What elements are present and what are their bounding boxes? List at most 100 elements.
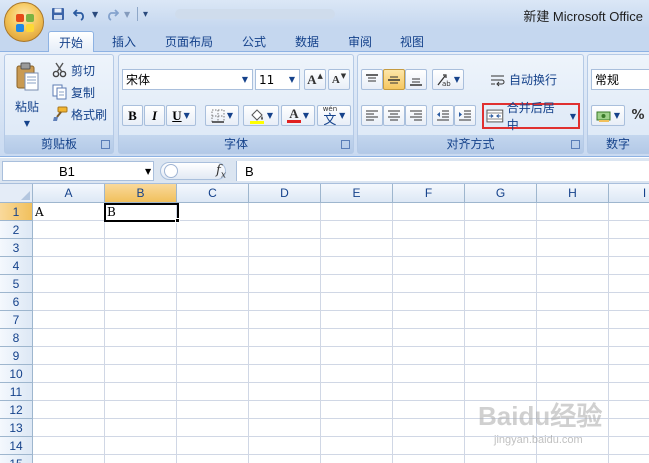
column-header-e[interactable]: E bbox=[321, 184, 393, 203]
number-format-value: 常规 bbox=[595, 73, 620, 87]
italic-button[interactable]: I bbox=[144, 105, 165, 126]
row-header-8[interactable]: 8 bbox=[0, 329, 33, 347]
align-center-button[interactable] bbox=[383, 105, 405, 126]
paste-button[interactable]: 粘贴 ▼ bbox=[9, 59, 45, 131]
underline-dropdown-icon[interactable]: ▼ bbox=[184, 111, 190, 120]
format-painter-button[interactable]: 格式刷 bbox=[51, 104, 112, 124]
row-header-14[interactable]: 14 bbox=[0, 437, 33, 455]
tab-home[interactable]: 开始 bbox=[48, 31, 94, 53]
column-header-h[interactable]: H bbox=[537, 184, 609, 203]
number-format-combo[interactable]: 常规 bbox=[591, 69, 649, 90]
merge-center-dropdown-icon[interactable]: ▼ bbox=[570, 112, 576, 121]
column-header-a[interactable]: A bbox=[33, 184, 105, 203]
align-left-button[interactable] bbox=[361, 105, 383, 126]
borders-button[interactable]: ▼ bbox=[205, 105, 239, 126]
row-header-2[interactable]: 2 bbox=[0, 221, 33, 239]
increase-indent-button[interactable] bbox=[454, 105, 476, 126]
row-header-5[interactable]: 5 bbox=[0, 275, 33, 293]
phonetic-dropdown-icon[interactable]: ▼ bbox=[339, 111, 345, 120]
row-header-11[interactable]: 11 bbox=[0, 383, 33, 401]
row-header-4[interactable]: 4 bbox=[0, 257, 33, 275]
font-color-button[interactable]: A ▼ bbox=[281, 105, 315, 126]
cell-a1[interactable]: A bbox=[33, 203, 104, 221]
row-header-15[interactable]: 15 bbox=[0, 455, 33, 463]
wrap-text-button[interactable]: 自动换行 bbox=[486, 69, 561, 90]
save-icon[interactable] bbox=[48, 5, 68, 23]
orientation-button[interactable]: ab ▼ bbox=[432, 69, 464, 90]
decrease-indent-icon bbox=[437, 110, 449, 120]
cut-button[interactable]: 剪切 bbox=[51, 60, 100, 80]
fill-color-button[interactable]: ▼ bbox=[243, 105, 279, 126]
gridline bbox=[248, 203, 249, 463]
gridline bbox=[536, 203, 537, 463]
column-header-i[interactable]: I bbox=[609, 184, 649, 203]
gridline bbox=[33, 364, 649, 365]
bottom-align-button[interactable] bbox=[405, 69, 427, 90]
column-header-c[interactable]: C bbox=[177, 184, 249, 203]
orientation-dropdown-icon[interactable]: ▼ bbox=[454, 75, 460, 84]
phonetic-guide-button[interactable]: wén 文 ▼ bbox=[317, 105, 351, 127]
merge-center-button[interactable]: 合并后居中 ▼ bbox=[482, 101, 580, 132]
row-header-12[interactable]: 12 bbox=[0, 401, 33, 419]
number-group-label: 数字 bbox=[588, 135, 649, 153]
font-name-combo[interactable]: 宋体 ▼ bbox=[122, 69, 253, 90]
fill-handle[interactable] bbox=[175, 218, 180, 223]
bold-button[interactable]: B bbox=[122, 105, 143, 126]
insert-function-icon[interactable]: fx bbox=[216, 163, 226, 181]
column-header-f[interactable]: F bbox=[393, 184, 465, 203]
italic-icon: I bbox=[151, 107, 158, 123]
copy-button[interactable]: 复制 bbox=[51, 82, 100, 102]
row-header-9[interactable]: 9 bbox=[0, 347, 33, 365]
decrease-indent-button[interactable] bbox=[432, 105, 454, 126]
row-header-7[interactable]: 7 bbox=[0, 311, 33, 329]
worksheet-grid[interactable]: A B C D E F G H I 1 2 3 4 5 6 7 8 9 10 1… bbox=[0, 184, 649, 463]
top-align-button[interactable] bbox=[361, 69, 383, 90]
tab-page-layout[interactable]: 页面布局 bbox=[158, 31, 220, 52]
borders-dropdown-icon[interactable]: ▼ bbox=[227, 111, 233, 120]
clipboard-launcher-icon[interactable] bbox=[101, 140, 110, 149]
clipboard-group-label: 剪贴板 bbox=[5, 135, 113, 153]
percent-style-button[interactable]: % bbox=[627, 105, 649, 126]
undo-dropdown-icon[interactable]: ▼ bbox=[92, 10, 100, 19]
alignment-launcher-icon[interactable] bbox=[571, 140, 580, 149]
font-name-dropdown-icon[interactable]: ▼ bbox=[238, 70, 252, 89]
tab-view[interactable]: 视图 bbox=[392, 31, 432, 52]
underline-button[interactable]: U ▼ bbox=[166, 105, 196, 126]
tab-data[interactable]: 数据 bbox=[287, 31, 327, 52]
grow-font-button[interactable]: A ▲ bbox=[304, 69, 326, 90]
row-header-10[interactable]: 10 bbox=[0, 365, 33, 383]
accounting-dropdown-icon[interactable]: ▼ bbox=[614, 111, 620, 120]
name-box[interactable]: B1 bbox=[2, 161, 154, 181]
shrink-font-icon: A bbox=[331, 73, 340, 86]
font-launcher-icon[interactable] bbox=[341, 140, 350, 149]
gridline bbox=[464, 203, 465, 463]
tab-formulas[interactable]: 公式 bbox=[234, 31, 274, 52]
align-right-button[interactable] bbox=[405, 105, 427, 126]
column-header-d[interactable]: D bbox=[249, 184, 321, 203]
fill-color-dropdown-icon[interactable]: ▼ bbox=[267, 111, 273, 120]
font-group-label: 字体 bbox=[119, 135, 353, 153]
row-header-3[interactable]: 3 bbox=[0, 239, 33, 257]
accounting-format-button[interactable]: ▼ bbox=[591, 105, 625, 126]
font-color-dropdown-icon[interactable]: ▼ bbox=[303, 111, 309, 120]
undo-icon[interactable] bbox=[70, 5, 90, 23]
font-size-dropdown-icon[interactable]: ▼ bbox=[285, 70, 299, 89]
row-header-13[interactable]: 13 bbox=[0, 419, 33, 437]
caret-down-icon: ▼ bbox=[340, 71, 347, 80]
select-all-corner[interactable] bbox=[0, 184, 33, 203]
chevron-down-icon[interactable]: ▾ bbox=[143, 9, 151, 20]
wrap-text-icon bbox=[491, 75, 505, 86]
formula-input[interactable]: B bbox=[236, 161, 649, 181]
row-header-6[interactable]: 6 bbox=[0, 293, 33, 311]
column-header-g[interactable]: G bbox=[465, 184, 537, 203]
tab-insert[interactable]: 插入 bbox=[104, 31, 144, 52]
column-header-b[interactable]: B bbox=[105, 184, 177, 203]
font-size-combo[interactable]: 11 ▼ bbox=[255, 69, 300, 90]
middle-align-button[interactable] bbox=[383, 69, 405, 90]
expand-circle-icon[interactable] bbox=[164, 164, 178, 178]
shrink-font-button[interactable]: A ▼ bbox=[328, 69, 350, 90]
tab-review[interactable]: 审阅 bbox=[340, 31, 380, 52]
name-box-dropdown-icon[interactable]: ▼ bbox=[145, 167, 151, 176]
office-button[interactable] bbox=[4, 2, 44, 42]
row-header-1[interactable]: 1 bbox=[0, 203, 33, 221]
